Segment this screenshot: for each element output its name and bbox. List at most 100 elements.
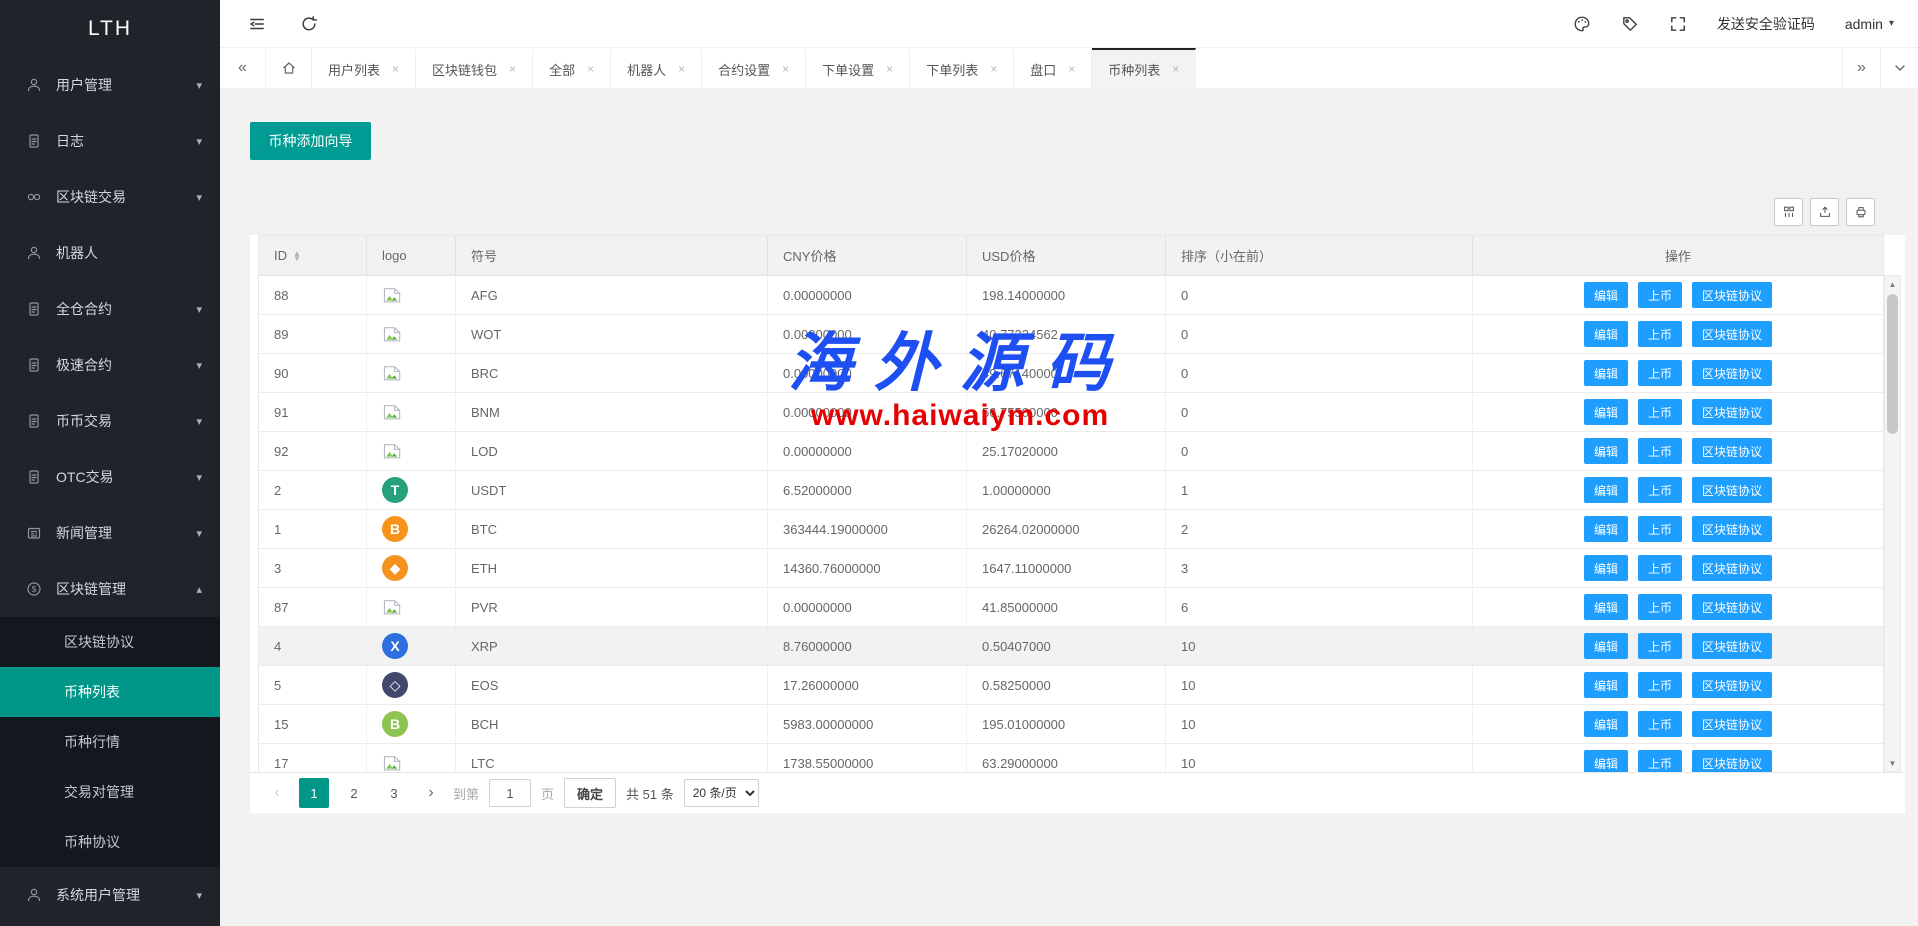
sidebar-menu-item[interactable]: 极速合约 — [0, 337, 220, 393]
tabs-scroll-right-button[interactable]: » — [1842, 48, 1880, 88]
tab-close-icon[interactable]: × — [782, 62, 789, 76]
list-coin-button[interactable]: 上币 — [1638, 750, 1682, 773]
blockchain-protocol-button[interactable]: 区块链协议 — [1692, 399, 1772, 425]
list-coin-button[interactable]: 上币 — [1638, 711, 1682, 737]
edit-button[interactable]: 编辑 — [1584, 594, 1628, 620]
blockchain-protocol-button[interactable]: 区块链协议 — [1692, 321, 1772, 347]
tabs-collapse-button[interactable]: « — [220, 48, 266, 88]
coin-add-wizard-button[interactable]: 币种添加向导 — [250, 122, 371, 160]
tab[interactable]: 全部 × — [533, 48, 611, 88]
blockchain-protocol-button[interactable]: 区块链协议 — [1692, 711, 1772, 737]
print-button[interactable] — [1846, 198, 1875, 226]
blockchain-protocol-button[interactable]: 区块链协议 — [1692, 672, 1772, 698]
tag-icon[interactable] — [1621, 15, 1639, 33]
edit-button[interactable]: 编辑 — [1584, 282, 1628, 308]
sidebar-submenu-item[interactable]: 币种行情 — [0, 717, 220, 767]
blockchain-protocol-button[interactable]: 区块链协议 — [1692, 594, 1772, 620]
tab-close-icon[interactable]: × — [1068, 62, 1075, 76]
tab[interactable]: 下单列表 × — [910, 48, 1014, 88]
collapse-sidebar-icon[interactable] — [248, 15, 266, 33]
sidebar-submenu-item[interactable]: 交易对管理 — [0, 767, 220, 817]
edit-button[interactable]: 编辑 — [1584, 672, 1628, 698]
theme-palette-icon[interactable] — [1573, 15, 1591, 33]
sidebar-menu-item[interactable]: 用户管理 — [0, 57, 220, 113]
blockchain-protocol-button[interactable]: 区块链协议 — [1692, 282, 1772, 308]
blockchain-protocol-button[interactable]: 区块链协议 — [1692, 438, 1772, 464]
scrollbar-thumb[interactable] — [1887, 294, 1898, 434]
column-settings-button[interactable] — [1774, 198, 1803, 226]
tab-close-icon[interactable]: × — [678, 62, 685, 76]
page-number-button[interactable]: 3 — [379, 778, 409, 808]
export-button[interactable] — [1810, 198, 1839, 226]
list-coin-button[interactable]: 上币 — [1638, 438, 1682, 464]
blockchain-protocol-button[interactable]: 区块链协议 — [1692, 555, 1772, 581]
tab-close-icon[interactable]: × — [1172, 62, 1179, 76]
sidebar-submenu-item[interactable]: 币种列表 — [0, 667, 220, 717]
edit-button[interactable]: 编辑 — [1584, 438, 1628, 464]
fullscreen-icon[interactable] — [1669, 15, 1687, 33]
tab-close-icon[interactable]: × — [392, 62, 399, 76]
tab-close-icon[interactable]: × — [990, 62, 997, 76]
sidebar-menu-item[interactable]: 系统用户管理 — [0, 867, 220, 923]
col-header-id[interactable]: ID ▲▼ — [259, 236, 367, 275]
list-coin-button[interactable]: 上币 — [1638, 360, 1682, 386]
sidebar-submenu-item[interactable]: 区块链协议 — [0, 617, 220, 667]
edit-button[interactable]: 编辑 — [1584, 477, 1628, 503]
user-menu[interactable]: admin — [1845, 16, 1894, 32]
prev-page-button[interactable]: ‹ — [265, 778, 289, 808]
edit-button[interactable]: 编辑 — [1584, 321, 1628, 347]
scrollbar-up-arrow[interactable]: ▲ — [1885, 276, 1900, 292]
page-size-select[interactable]: 20 条/页 — [684, 779, 759, 807]
list-coin-button[interactable]: 上币 — [1638, 399, 1682, 425]
sidebar-menu-item[interactable]: 机器人 — [0, 225, 220, 281]
tab[interactable]: 区块链钱包 × — [416, 48, 533, 88]
tab[interactable]: 合约设置 × — [702, 48, 806, 88]
blockchain-protocol-button[interactable]: 区块链协议 — [1692, 633, 1772, 659]
list-coin-button[interactable]: 上币 — [1638, 477, 1682, 503]
list-coin-button[interactable]: 上币 — [1638, 282, 1682, 308]
edit-button[interactable]: 编辑 — [1584, 360, 1628, 386]
next-page-button[interactable]: › — [419, 778, 443, 808]
sidebar-menu-item[interactable]: 区块链交易 — [0, 169, 220, 225]
home-tab[interactable] — [266, 48, 312, 88]
tabs-menu-button[interactable] — [1880, 48, 1918, 88]
list-coin-button[interactable]: 上币 — [1638, 633, 1682, 659]
sidebar-menu-item[interactable]: OTC交易 — [0, 449, 220, 505]
edit-button[interactable]: 编辑 — [1584, 711, 1628, 737]
list-coin-button[interactable]: 上币 — [1638, 516, 1682, 542]
goto-page-input[interactable] — [489, 779, 531, 807]
list-coin-button[interactable]: 上币 — [1638, 672, 1682, 698]
sidebar-menu-item[interactable]: 币币交易 — [0, 393, 220, 449]
list-coin-button[interactable]: 上币 — [1638, 594, 1682, 620]
tab[interactable]: 机器人 × — [611, 48, 702, 88]
sort-icon[interactable]: ▲▼ — [293, 251, 301, 261]
list-coin-button[interactable]: 上币 — [1638, 555, 1682, 581]
page-number-button[interactable]: 1 — [299, 778, 329, 808]
scrollbar-down-arrow[interactable]: ▼ — [1885, 755, 1900, 771]
sidebar-submenu-item[interactable]: 币种协议 — [0, 817, 220, 867]
confirm-page-button[interactable]: 确定 — [564, 778, 616, 808]
tab[interactable]: 币种列表 × — [1092, 48, 1196, 88]
page-number-button[interactable]: 2 — [339, 778, 369, 808]
edit-button[interactable]: 编辑 — [1584, 516, 1628, 542]
blockchain-protocol-button[interactable]: 区块链协议 — [1692, 516, 1772, 542]
blockchain-protocol-button[interactable]: 区块链协议 — [1692, 360, 1772, 386]
sidebar-menu-item[interactable]: 全仓合约 — [0, 281, 220, 337]
edit-button[interactable]: 编辑 — [1584, 555, 1628, 581]
blockchain-protocol-button[interactable]: 区块链协议 — [1692, 750, 1772, 773]
tab-close-icon[interactable]: × — [886, 62, 893, 76]
sidebar-menu-item[interactable]: 新闻管理 — [0, 505, 220, 561]
tab-close-icon[interactable]: × — [509, 62, 516, 76]
tab[interactable]: 下单设置 × — [806, 48, 910, 88]
tab-close-icon[interactable]: × — [587, 62, 594, 76]
list-coin-button[interactable]: 上币 — [1638, 321, 1682, 347]
refresh-icon[interactable] — [300, 15, 318, 33]
tab[interactable]: 用户列表 × — [312, 48, 416, 88]
sidebar-menu-item[interactable]: 区块链管理 — [0, 561, 220, 617]
send-security-code-link[interactable]: 发送安全验证码 — [1717, 14, 1815, 34]
edit-button[interactable]: 编辑 — [1584, 633, 1628, 659]
blockchain-protocol-button[interactable]: 区块链协议 — [1692, 477, 1772, 503]
edit-button[interactable]: 编辑 — [1584, 750, 1628, 773]
tab[interactable]: 盘口 × — [1014, 48, 1092, 88]
edit-button[interactable]: 编辑 — [1584, 399, 1628, 425]
